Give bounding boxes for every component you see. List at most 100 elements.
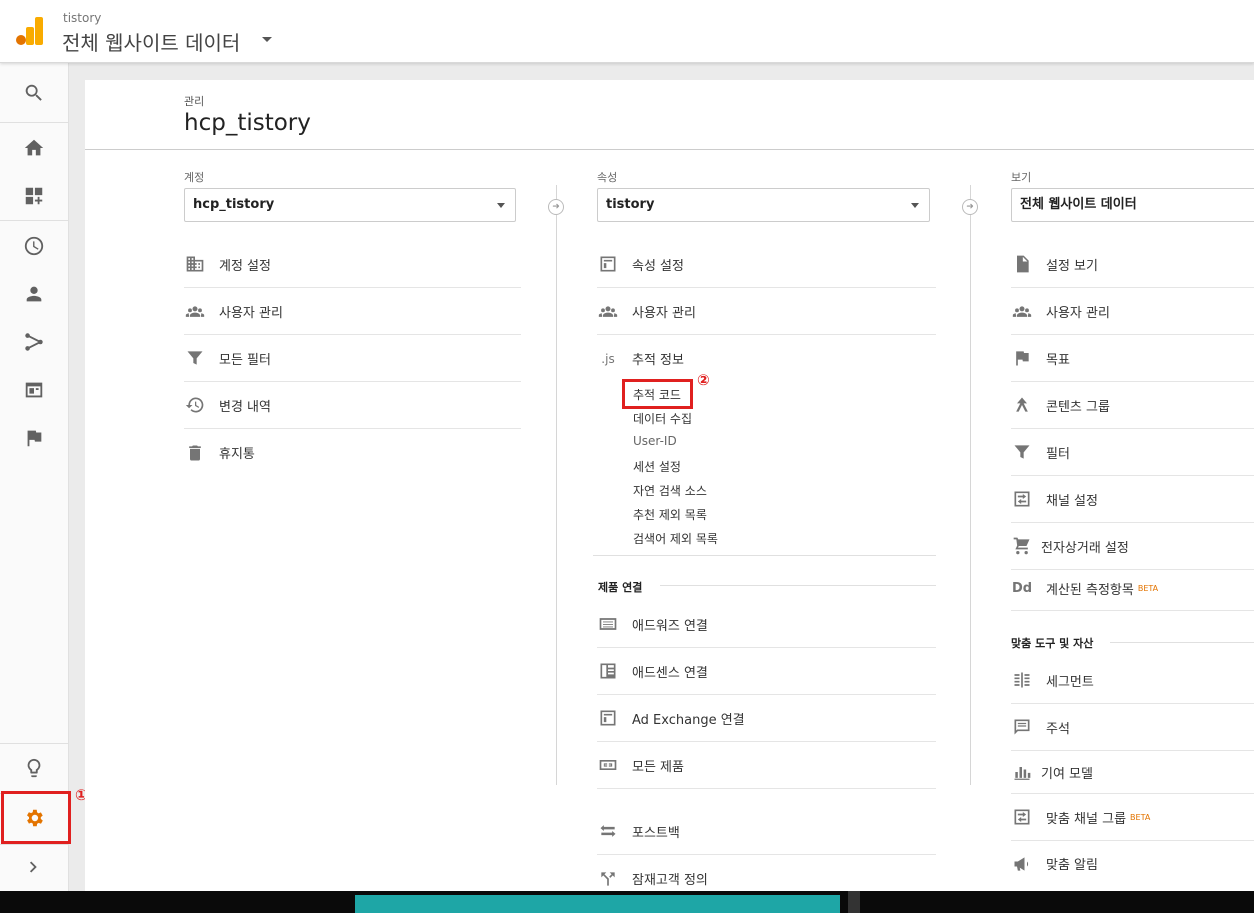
- behavior-icon[interactable]: [0, 368, 68, 412]
- attribution-models-item[interactable]: 기여 모델: [1011, 751, 1254, 794]
- content-grouping-icon: [1011, 394, 1033, 416]
- document-icon: [1011, 253, 1033, 275]
- channel-settings-item[interactable]: 채널 설정: [1011, 476, 1254, 523]
- ad-exchange-linking-item[interactable]: Ad Exchange 연결: [597, 695, 936, 742]
- ad-exchange-icon: [597, 707, 619, 729]
- adwords-linking-item[interactable]: 애드워즈 연결: [597, 601, 936, 648]
- chevron-down-icon: [911, 203, 919, 208]
- account-column-label: 계정: [184, 171, 205, 184]
- property-column-label: 속성: [597, 171, 618, 184]
- session-settings-link[interactable]: 세션 설정: [633, 458, 681, 475]
- channel-icon: [1011, 806, 1033, 828]
- beta-badge: BETA: [1137, 583, 1159, 593]
- trash-item[interactable]: 휴지통: [184, 429, 521, 476]
- user-id-link[interactable]: User-ID: [633, 434, 677, 448]
- view-select[interactable]: 전체 웹사이트 데이터: [1011, 188, 1254, 222]
- js-icon: .js: [601, 351, 615, 366]
- left-sidebar: [0, 63, 69, 891]
- annotations-item[interactable]: 주석: [1011, 704, 1254, 751]
- view-selector[interactable]: 전체 웹사이트 데이터: [62, 27, 240, 56]
- view-user-management-item[interactable]: 사용자 관리: [1011, 288, 1254, 335]
- history-icon: [184, 394, 206, 416]
- property-user-management-item[interactable]: 사용자 관리: [597, 288, 936, 335]
- trash-icon: [184, 442, 206, 464]
- arrow-right-icon: ➜: [548, 199, 564, 215]
- segments-icon: [1011, 669, 1033, 691]
- home-icon[interactable]: [0, 126, 68, 170]
- product-linking-section-title: 제품 연결: [598, 581, 643, 594]
- property-settings-item[interactable]: 속성 설정: [597, 241, 936, 288]
- clock-icon[interactable]: [0, 224, 68, 268]
- postbacks-item[interactable]: 포스트백: [597, 808, 936, 855]
- comment-icon: [1011, 716, 1033, 738]
- chevron-down-icon: [497, 203, 505, 208]
- change-history-item[interactable]: 변경 내역: [184, 382, 521, 429]
- lightbulb-icon[interactable]: [0, 746, 68, 790]
- referral-exclusion-link[interactable]: 추천 제외 목록: [633, 506, 707, 523]
- beta-badge: BETA: [1130, 812, 1151, 822]
- taskbar-item[interactable]: [848, 891, 860, 913]
- flag-icon[interactable]: [0, 416, 68, 460]
- property-layout-icon: [597, 253, 619, 275]
- taskbar: [0, 891, 1254, 913]
- people-icon: [184, 300, 206, 322]
- arrow-right-icon: ➜: [962, 199, 978, 215]
- view-settings-item[interactable]: 설정 보기: [1011, 241, 1254, 288]
- account-select[interactable]: hcp_tistory: [184, 188, 516, 222]
- annotation-step-2: ②: [697, 371, 710, 389]
- page-title: hcp_tistory: [184, 110, 311, 136]
- bar-chart-icon: [1011, 761, 1033, 783]
- custom-alerts-item[interactable]: 맞춤 알림: [1011, 840, 1254, 887]
- person-icon[interactable]: [0, 272, 68, 316]
- content-grouping-item[interactable]: 콘텐츠 그룹: [1011, 382, 1254, 429]
- building-icon: [184, 253, 206, 275]
- chevron-down-icon[interactable]: [262, 37, 272, 42]
- expand-chevron-icon[interactable]: [0, 845, 68, 889]
- custom-tools-section-title: 맞춤 도구 및 자산: [1011, 637, 1094, 650]
- account-user-management-item[interactable]: 사용자 관리: [184, 288, 521, 335]
- tracking-code-highlight-box: [622, 379, 693, 409]
- account-name: tistory: [63, 11, 102, 25]
- dashboard-add-icon[interactable]: [0, 174, 68, 218]
- ecommerce-settings-item[interactable]: 전자상거래 설정: [1011, 523, 1254, 570]
- view-filters-item[interactable]: 필터: [1011, 429, 1254, 476]
- tracking-info-item[interactable]: .js 추적 정보: [597, 335, 936, 382]
- view-column-label: 보기: [1011, 171, 1032, 184]
- dd-icon: Dd: [1011, 580, 1033, 596]
- fork-icon: [597, 868, 619, 890]
- channel-icon: [1011, 488, 1033, 510]
- people-icon: [597, 300, 619, 322]
- account-settings-item[interactable]: 계정 설정: [184, 241, 521, 288]
- link-icon: [597, 754, 619, 776]
- adwords-icon: [597, 613, 619, 635]
- data-collection-link[interactable]: 데이터 수집: [633, 410, 692, 427]
- all-products-item[interactable]: 모든 제품: [597, 742, 936, 789]
- property-select[interactable]: tistory: [597, 188, 930, 222]
- settings-highlight-box: [1, 791, 71, 844]
- postback-arrows-icon: [597, 820, 619, 842]
- people-icon: [1011, 300, 1033, 322]
- analytics-logo-icon[interactable]: [16, 17, 44, 45]
- column-divider: [970, 185, 971, 785]
- acquisition-icon[interactable]: [0, 320, 68, 364]
- breadcrumb: 관리: [184, 95, 205, 108]
- adsense-linking-item[interactable]: 애드센스 연결: [597, 648, 936, 695]
- organic-search-sources-link[interactable]: 자연 검색 소스: [633, 482, 707, 499]
- filter-icon: [184, 347, 206, 369]
- cart-icon: [1011, 535, 1033, 557]
- taskbar-active-window[interactable]: [355, 895, 840, 913]
- top-bar: tistory 전체 웹사이트 데이터: [0, 0, 1254, 63]
- goals-item[interactable]: 목표: [1011, 335, 1254, 382]
- filter-icon: [1011, 441, 1033, 463]
- search-icon[interactable]: [0, 71, 68, 115]
- column-divider: [556, 185, 557, 785]
- megaphone-icon: [1011, 853, 1033, 875]
- admin-panel: 관리 hcp_tistory 계정 hcp_tistory 계정 설정 사용자 …: [85, 80, 1254, 891]
- search-term-exclusion-link[interactable]: 검색어 제외 목록: [633, 530, 718, 547]
- custom-channel-grouping-item[interactable]: 맞춤 채널 그룹 BETA: [1011, 794, 1254, 841]
- flag-icon: [1011, 347, 1033, 369]
- adsense-icon: [597, 660, 619, 682]
- all-filters-item[interactable]: 모든 필터: [184, 335, 521, 382]
- segments-item[interactable]: 세그먼트: [1011, 657, 1254, 704]
- calculated-metrics-item[interactable]: Dd 계산된 측정항목 BETA: [1011, 566, 1254, 611]
